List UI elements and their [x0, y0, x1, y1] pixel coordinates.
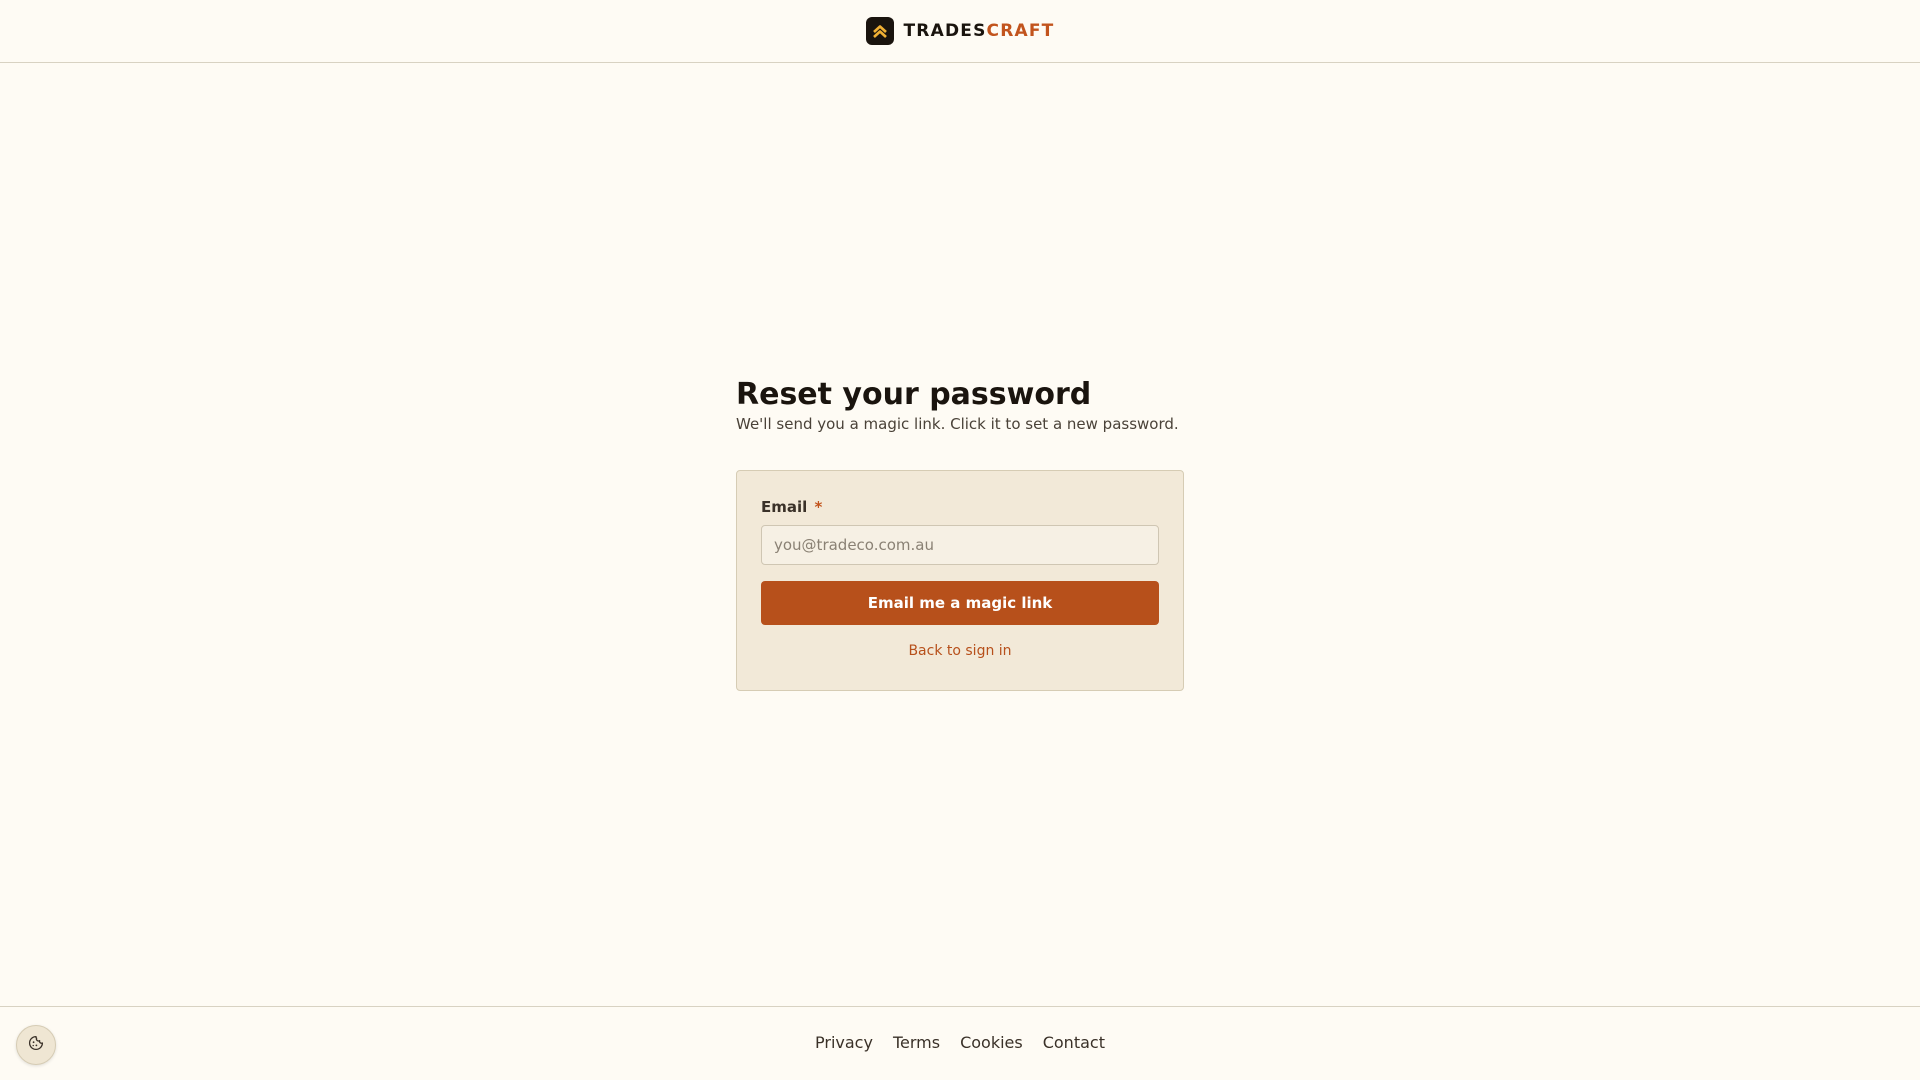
- brand-name-part1: TRADES: [903, 21, 987, 41]
- footer-link-cookies[interactable]: Cookies: [960, 1033, 1023, 1052]
- brand-name-part2: CRAFT: [986, 21, 1055, 41]
- email-input[interactable]: [761, 525, 1159, 565]
- site-header: TRADESCRAFT: [0, 0, 1920, 63]
- page-title: Reset your password: [736, 377, 1092, 412]
- site-footer: Privacy Terms Cookies Contact: [0, 1006, 1920, 1080]
- required-marker: *: [814, 498, 823, 516]
- chevron-up-double-icon: [865, 17, 894, 45]
- email-label-text: Email: [761, 498, 808, 516]
- footer-link-contact[interactable]: Contact: [1043, 1033, 1105, 1052]
- footer-nav: Privacy Terms Cookies Contact: [0, 1033, 1920, 1052]
- page-subtitle: We'll send you a magic link. Click it to…: [736, 415, 1179, 433]
- reset-password-form: Email * Email me a magic link Back to si…: [736, 470, 1184, 691]
- footer-link-privacy[interactable]: Privacy: [815, 1033, 873, 1052]
- brand-name: TRADESCRAFT: [904, 21, 1055, 41]
- reset-password-section: Reset your password We'll send you a mag…: [736, 378, 1184, 691]
- brand-logo[interactable]: TRADESCRAFT: [865, 17, 1055, 45]
- email-magic-link-button[interactable]: Email me a magic link: [761, 581, 1159, 625]
- footer-link-terms[interactable]: Terms: [893, 1033, 940, 1052]
- email-label: Email *: [761, 498, 822, 516]
- back-to-sign-in-link[interactable]: Back to sign in: [761, 643, 1159, 659]
